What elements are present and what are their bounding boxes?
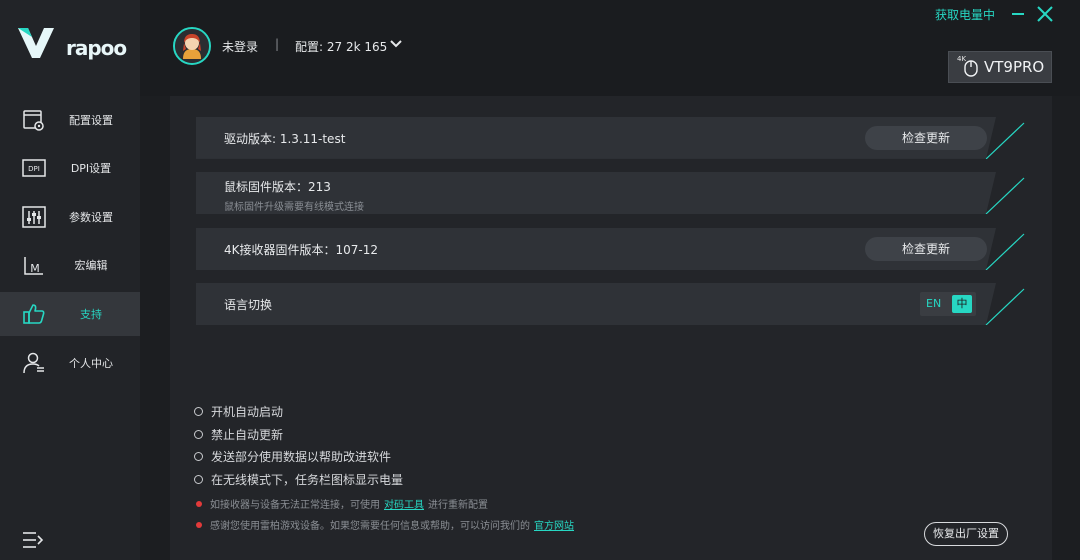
thumbs-up-icon [23, 304, 45, 324]
avatar-icon [175, 29, 209, 63]
sidebar: rapoo 配置设置 DPI DPI设置 参数设置 M 宏编辑 支持 个人中心 [0, 0, 140, 560]
option-disable-auto-update[interactable]: 禁止自动更新 [194, 426, 283, 443]
driver-version-row: 驱动版本: 1.3.11-test 检查更新 [196, 117, 1026, 159]
language-switch-label: 语言切换 [224, 298, 273, 312]
device-name: VT9PRO [984, 58, 1045, 76]
radio-button[interactable] [194, 452, 203, 461]
radio-button[interactable] [194, 407, 203, 416]
option-label: 发送部分使用数据以帮助改进软件 [211, 450, 392, 464]
sidebar-item-label: 支持 [80, 308, 102, 321]
svg-text:M: M [30, 262, 40, 275]
check-update-button[interactable]: 检查更新 [865, 237, 987, 261]
dpi-icon: DPI [22, 159, 46, 177]
sidebar-item-config[interactable]: 配置设置 [0, 98, 140, 142]
sidebar-item-label: 配置设置 [69, 114, 113, 127]
official-site-link[interactable]: 官方网站 [534, 517, 574, 532]
warning-dot [196, 500, 202, 507]
pairing-note: 如接收器与设备无法正常连接，可使用 对码工具 进行重新配置 [196, 496, 488, 511]
check-update-button[interactable]: 检查更新 [865, 126, 987, 150]
factory-reset-button[interactable]: 恢复出厂设置 [924, 522, 1008, 546]
mouse-firmware-note: 鼠标固件升级需要有线模式连接 [224, 202, 364, 213]
battery-status-text: 获取电量中 [935, 8, 996, 22]
chevron-down-icon[interactable] [389, 37, 403, 51]
thanks-note: 感谢您使用雷柏游戏设备。如果您需要任何信息或帮助，可以访问我们的 官方网站 [196, 517, 578, 532]
option-tray-battery[interactable]: 在无线模式下，任务栏图标显示电量 [194, 471, 403, 488]
radio-button[interactable] [194, 430, 203, 439]
config-selector[interactable]: 配置: 27 2k 165 [295, 38, 387, 55]
rapoo-v-logo [18, 28, 54, 58]
driver-version-text: 驱动版本: 1.3.11-test [224, 132, 346, 146]
radio-button[interactable] [194, 475, 203, 484]
sidebar-item-support[interactable]: 支持 [0, 292, 140, 336]
sidebar-item-label: 宏编辑 [74, 259, 108, 272]
header-separator: | [275, 37, 280, 51]
mouse-icon [964, 60, 978, 77]
receiver-firmware-text: 4K接收器固件版本：107-12 [224, 243, 379, 257]
sidebar-item-dpi[interactable]: DPI DPI设置 [0, 146, 140, 190]
receiver-firmware-row: 4K接收器固件版本：107-12 检查更新 [196, 228, 1026, 270]
minimize-icon[interactable] [1011, 5, 1025, 21]
option-label: 开机自动启动 [211, 405, 284, 419]
sliders-icon [22, 206, 46, 228]
close-icon[interactable] [1036, 5, 1054, 23]
mouse-firmware-row: 鼠标固件版本：213 鼠标固件升级需要有线模式连接 [196, 172, 1026, 214]
language-toggle[interactable]: EN 中 [920, 292, 976, 316]
sidebar-item-user-center[interactable]: 个人中心 [0, 341, 140, 385]
note-text: 如接收器与设备无法正常连接，可使用 [210, 500, 380, 511]
menu-icon[interactable] [22, 530, 44, 550]
svg-text:DPI: DPI [28, 165, 40, 173]
sidebar-item-label: 个人中心 [69, 357, 113, 370]
option-label: 禁止自动更新 [211, 428, 284, 442]
row-background [196, 283, 1025, 325]
language-option-zh[interactable]: 中 [952, 295, 972, 313]
note-text: 感谢您使用雷柏游戏设备。如果您需要任何信息或帮助，可以访问我们的 [210, 521, 530, 532]
user-icon [23, 352, 44, 374]
brand-name: rapoo [66, 36, 127, 60]
note-text: 进行重新配置 [428, 500, 488, 511]
language-row: 语言切换 EN 中 [196, 283, 1026, 325]
support-panel [170, 96, 1052, 560]
pairing-tool-link[interactable]: 对码工具 [384, 496, 424, 511]
avatar[interactable] [173, 27, 211, 65]
sidebar-item-macro[interactable]: M 宏编辑 [0, 243, 140, 287]
config-icon [23, 110, 44, 131]
option-send-usage-data[interactable]: 发送部分使用数据以帮助改进软件 [194, 448, 391, 465]
sidebar-item-params[interactable]: 参数设置 [0, 195, 140, 239]
option-auto-start[interactable]: 开机自动启动 [194, 403, 283, 420]
macro-icon: M [24, 257, 43, 275]
sidebar-item-label: DPI设置 [70, 162, 112, 175]
language-option-en[interactable]: EN [926, 297, 941, 310]
device-badge[interactable]: 4K VT9PRO [948, 51, 1052, 83]
login-status[interactable]: 未登录 [222, 38, 258, 55]
mouse-firmware-text: 鼠标固件版本：213 [224, 180, 331, 194]
option-label: 在无线模式下，任务栏图标显示电量 [211, 473, 404, 487]
warning-dot [196, 521, 202, 528]
sidebar-item-label: 参数设置 [69, 211, 113, 224]
